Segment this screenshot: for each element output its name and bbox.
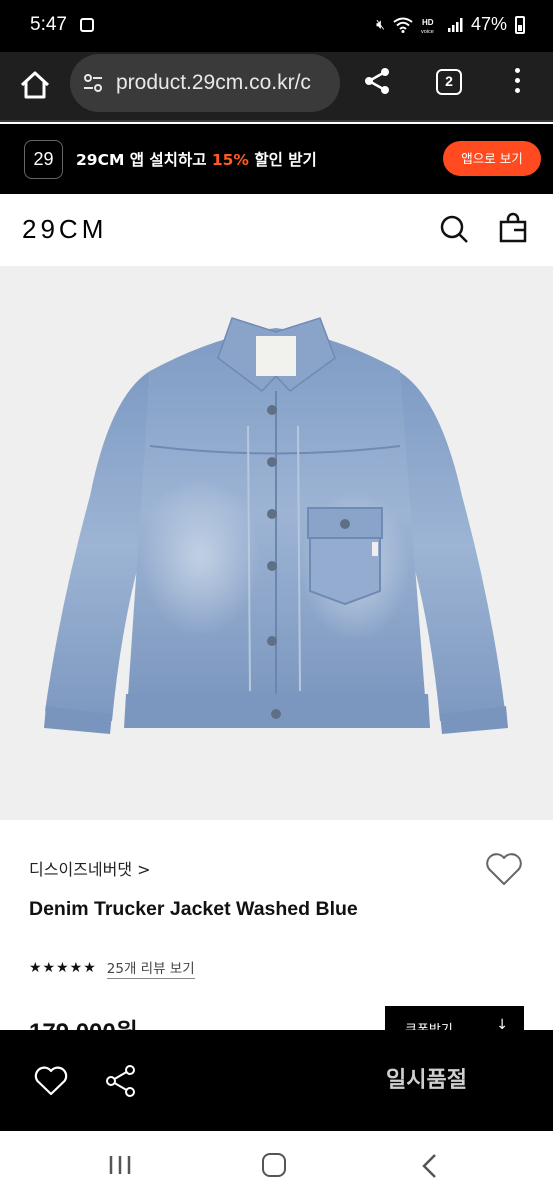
share-icon[interactable] [104, 1064, 138, 1098]
purchase-action-bar: 일시품절 [0, 1030, 553, 1131]
browser-toolbar: product.29cm.co.kr/c 2 [0, 52, 553, 122]
mute-icon: 🔇︎ [376, 16, 385, 32]
address-bar[interactable]: product.29cm.co.kr/c [70, 54, 340, 112]
site-logo[interactable]: 29CM [22, 214, 107, 245]
app-logo: 29 [24, 140, 63, 179]
system-nav-bar [0, 1131, 553, 1200]
hd-voice-icon: HD voice [421, 18, 434, 34]
search-icon[interactable] [438, 213, 470, 245]
product-image[interactable] [0, 266, 553, 820]
gallery-icon [80, 18, 94, 32]
battery-icon [515, 15, 525, 34]
open-app-button[interactable]: 앱으로 보기 [443, 141, 541, 176]
more-menu-icon[interactable] [512, 68, 522, 98]
rating-row: ★★★★★ 25개 리뷰 보기 [29, 957, 195, 979]
share-icon[interactable] [362, 66, 392, 96]
discount-highlight: 15% [211, 151, 249, 169]
review-link[interactable]: 25개 리뷰 보기 [106, 957, 195, 979]
brand-name: 디스이즈네버댓 [29, 860, 133, 879]
app-install-banner: 29 29CM 앱 설치하고 15% 할인 받기 앱으로 보기 [0, 124, 553, 194]
rating-stars: ★★★★★ [29, 960, 97, 976]
brand-link[interactable]: 디스이즈네버댓 > [29, 856, 151, 880]
home-nav-icon[interactable] [262, 1153, 286, 1177]
soldout-button[interactable]: 일시품절 [300, 1030, 553, 1131]
banner-text: 29CM 앱 설치하고 15% 할인 받기 [76, 151, 317, 169]
svg-text:HD: HD [422, 18, 434, 27]
wifi-icon [393, 17, 413, 33]
url-text: product.29cm.co.kr/c [116, 71, 311, 94]
home-icon[interactable] [18, 68, 52, 102]
battery-percent: 47% [470, 14, 507, 34]
status-icons: 🔇︎ HD voice 47% [376, 14, 525, 35]
site-settings-icon[interactable] [80, 70, 106, 96]
recent-apps-icon[interactable] [108, 1155, 132, 1175]
denim-jacket-image [44, 317, 508, 734]
signal-icon [447, 17, 463, 32]
svg-text:voice: voice [421, 29, 434, 34]
product-title: Denim Trucker Jacket Washed Blue [29, 898, 358, 920]
site-header: 29CM [0, 194, 553, 266]
status-time: 5:47 [30, 14, 67, 35]
like-heart-icon[interactable] [34, 1066, 68, 1096]
status-bar: 5:47 🔇︎ HD voice 47% [0, 0, 553, 52]
tab-switcher-button[interactable]: 2 [436, 69, 462, 95]
back-icon[interactable] [420, 1153, 440, 1179]
chevron-right-icon: > [137, 860, 151, 879]
wishlist-heart-icon[interactable] [485, 851, 523, 887]
shopping-bag-icon[interactable] [497, 212, 529, 244]
